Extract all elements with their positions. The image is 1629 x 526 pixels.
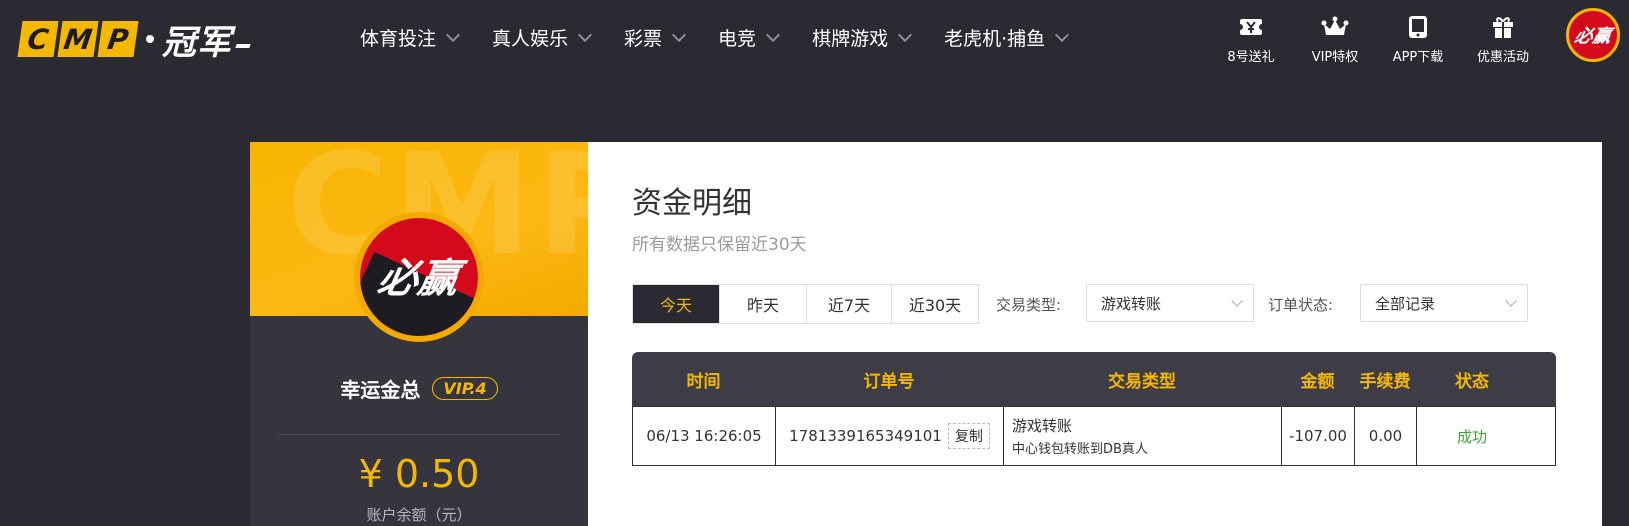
cell-type: 游戏转账 中心钱包转账到DB真人 [1004, 407, 1282, 465]
logo-tile: M [57, 21, 99, 57]
username: 幸运金总 [340, 378, 421, 402]
column-header-amount: 金额 [1300, 371, 1335, 392]
cell-order-no: 1781339165349101 复制 [776, 407, 1004, 465]
nav-label: 真人娱乐 [492, 28, 569, 50]
status-badge: 成功 [1456, 427, 1487, 446]
nav-label: 棋牌游戏 [812, 28, 889, 50]
chevron-down-icon [1505, 295, 1517, 307]
logo-tail [235, 44, 251, 48]
transaction-type-label: 交易类型: [996, 296, 1062, 314]
copy-button[interactable]: 复制 [947, 423, 990, 449]
main-nav: 体育投注 真人娱乐 彩票 电竞 棋牌游戏 老虎机·捕鱼 [360, 24, 1101, 51]
quick-link-app-download[interactable]: APP下载 [1378, 14, 1458, 65]
divider [278, 434, 560, 435]
column-header-time: 时间 [686, 371, 721, 392]
chevron-down-icon [445, 27, 461, 43]
order-number: 1781339165349101 [789, 427, 942, 445]
phone-icon [1408, 14, 1428, 40]
cell-time: 06/13 16:26:05 [633, 407, 776, 465]
logo-dot [146, 35, 154, 43]
chevron-down-icon [1231, 295, 1243, 307]
transaction-type: 游戏转账 [1012, 417, 1073, 435]
nav-item-lottery[interactable]: 彩票 [624, 24, 687, 51]
column-header-fee: 手续费 [1359, 371, 1411, 392]
nav-label: 彩票 [624, 28, 663, 50]
column-header-status: 状态 [1455, 371, 1489, 392]
nav-label: 体育投注 [360, 28, 437, 50]
quick-link-gift-8th[interactable]: 8号送礼 [1211, 14, 1291, 65]
crown-icon [1321, 14, 1349, 40]
avatar-logo-text: 必赢 [374, 256, 463, 302]
range-tab-yesterday[interactable]: 昨天 [720, 285, 807, 323]
logo-tile: P [97, 21, 139, 57]
nav-label: 电竞 [718, 28, 757, 50]
quick-link-vip[interactable]: VIP特权 [1295, 14, 1375, 65]
column-header-type: 交易类型 [1108, 371, 1176, 392]
nav-item-live-casino[interactable]: 真人娱乐 [492, 24, 593, 51]
quick-link-label: VIP特权 [1311, 50, 1359, 65]
chevron-down-icon [765, 27, 781, 43]
vip-badge: VIP.4 [432, 377, 498, 400]
transaction-type-value: 游戏转账 [1101, 294, 1162, 313]
user-avatar[interactable]: 必赢 [1566, 8, 1620, 62]
chevron-down-icon [1055, 27, 1070, 43]
quick-link-label: 优惠活动 [1476, 50, 1529, 65]
date-range-tabs: 今天 昨天 近7天 近30天 [632, 284, 979, 324]
chevron-down-icon [671, 27, 687, 43]
nav-label: 老虎机·捕鱼 [944, 28, 1046, 50]
profile-card: CMP 必赢 幸运金总 VIP.4 ¥ 0.50 账户余额（元） [250, 142, 588, 526]
order-status-value: 全部记录 [1375, 294, 1436, 313]
range-tab-7-days[interactable]: 近7天 [807, 285, 892, 323]
table-row: 06/13 16:26:05 1781339165349101 复制 游戏转账 … [632, 406, 1556, 466]
logo-name: 冠军 [162, 22, 232, 63]
nav-item-slots-fishing[interactable]: 老虎机·捕鱼 [944, 24, 1070, 51]
username-row: 幸运金总 VIP.4 [250, 374, 588, 403]
chevron-down-icon [898, 27, 913, 43]
nav-item-esports[interactable]: 电竞 [718, 24, 781, 51]
order-status-label: 订单状态: [1268, 296, 1334, 314]
table-header: 时间 订单号 交易类型 金额 手续费 状态 [632, 352, 1556, 406]
gift-box-icon [1491, 14, 1515, 40]
nav-item-sports[interactable]: 体育投注 [360, 24, 461, 51]
site-logo[interactable]: C M P 冠军 [17, 20, 251, 63]
cell-amount: -107.00 [1282, 407, 1355, 465]
range-tab-today[interactable]: 今天 [633, 285, 720, 323]
avatar-logo-text: 必赢 [1572, 26, 1613, 47]
transaction-type-select[interactable]: 游戏转账 [1086, 284, 1254, 322]
profile-avatar[interactable]: 必赢 [354, 212, 484, 342]
range-tab-30-days[interactable]: 近30天 [892, 285, 978, 323]
nav-item-card-games[interactable]: 棋牌游戏 [812, 24, 913, 51]
logo-tile: C [17, 21, 59, 57]
quick-link-promotions[interactable]: 优惠活动 [1463, 14, 1543, 65]
fund-details-panel: 资金明细 所有数据只保留近30天 今天 昨天 近7天 近30天 交易类型: 游戏… [588, 142, 1602, 526]
page-title: 资金明细 [632, 186, 752, 221]
chevron-down-icon [577, 27, 593, 43]
account-balance-label: 账户余额（元） [366, 506, 472, 524]
gift-ticket-icon [1239, 14, 1263, 40]
quick-link-label: 8号送礼 [1227, 50, 1275, 65]
column-header-order-no: 订单号 [863, 371, 915, 392]
transaction-detail: 中心钱包转账到DB真人 [1012, 442, 1148, 457]
account-balance: ¥ 0.50 [358, 452, 480, 496]
top-bar: C M P 冠军 体育投注 真人娱乐 彩票 电竞 棋牌游戏 老虎机·捕鱼 8号送… [0, 0, 1629, 80]
page-subtitle: 所有数据只保留近30天 [632, 235, 807, 255]
cell-fee: 0.00 [1355, 407, 1417, 465]
order-status-select[interactable]: 全部记录 [1360, 284, 1528, 322]
quick-link-label: APP下载 [1392, 50, 1444, 65]
